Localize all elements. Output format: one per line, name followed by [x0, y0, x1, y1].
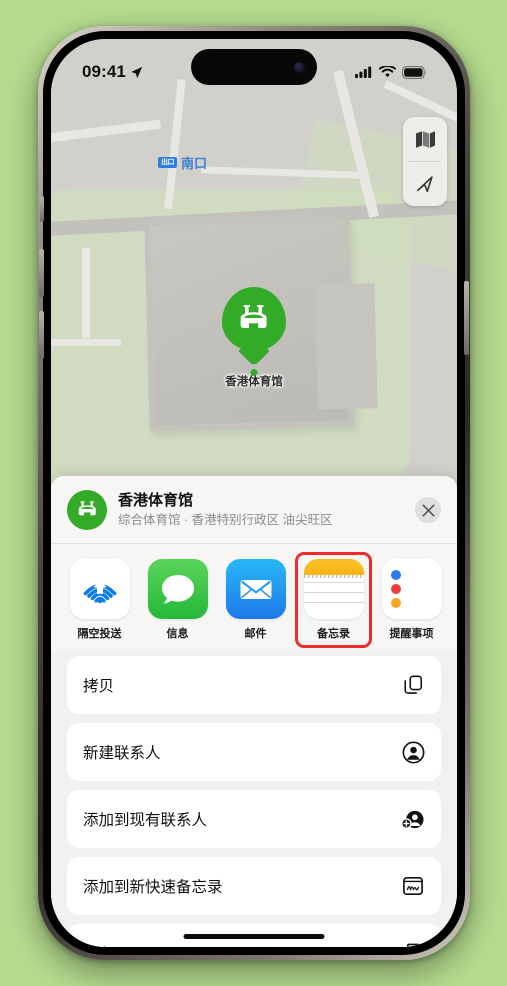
home-indicator[interactable]: [183, 934, 325, 939]
notes-body: [303, 578, 364, 619]
locate-me-button[interactable]: [403, 162, 447, 206]
action-row-add-existing-contact[interactable]: 添加到现有联系人: [67, 790, 441, 848]
share-actions-list[interactable]: 拷贝 新建联系人 添加到现有联系人 添加到新快速备忘录: [51, 651, 457, 947]
close-icon: [422, 504, 434, 516]
action-group: 拷贝: [67, 656, 441, 714]
locate-me-icon: [416, 176, 433, 193]
volume-down-button[interactable]: [39, 311, 44, 359]
person-add-icon: [401, 807, 425, 831]
action-group: 添加到新快速备忘录: [67, 857, 441, 915]
place-subtitle: 综合体育馆 · 香港特别行政区 油尖旺区: [118, 512, 333, 527]
phone-frame: 出口 南口 香港体育馆 09:41 香港体育馆 综合体育馆 · 香港特别行政区 …: [38, 26, 470, 960]
place-icon: [67, 490, 107, 530]
dynamic-island[interactable]: [191, 49, 317, 85]
printer-icon: [401, 941, 425, 947]
mail-icon: [225, 559, 286, 619]
location-arrow-icon: [131, 66, 143, 78]
action-label: 新建联系人: [83, 745, 161, 762]
app-label: 信息: [166, 628, 189, 640]
stadium-icon: [240, 305, 267, 328]
share-app-mail[interactable]: 邮件: [224, 559, 287, 641]
reminders-icon: [381, 559, 442, 619]
status-bar-left: 09:41: [82, 62, 144, 82]
action-group: 新建联系人: [67, 723, 441, 781]
share-sheet-header: 香港体育馆 综合体育馆 · 香港特别行政区 油尖旺区: [51, 476, 457, 544]
front-camera-icon: [294, 61, 305, 73]
place-title: 香港体育馆: [118, 492, 194, 509]
messages-icon: [147, 559, 208, 619]
action-label: 拷贝: [83, 678, 115, 695]
action-label: 添加到现有联系人: [83, 812, 208, 829]
share-app-airdrop[interactable]: 隔空投送: [68, 559, 131, 641]
action-row-new-quick-note[interactable]: 添加到新快速备忘录: [67, 857, 441, 915]
volume-up-button[interactable]: [39, 249, 44, 297]
share-app-messages[interactable]: 信息: [146, 559, 209, 641]
action-group: 添加到现有联系人: [67, 790, 441, 848]
quick-note-icon: [401, 874, 425, 898]
map-pin-balloon[interactable]: [222, 287, 286, 351]
copy-icon: [401, 673, 425, 697]
wifi-icon: [379, 66, 396, 78]
stadium-icon: [78, 501, 96, 516]
notes-icon: [303, 559, 364, 619]
share-sheet: 香港体育馆 综合体育馆 · 香港特别行政区 油尖旺区 隔空投送 信息 邮件 备忘…: [51, 476, 457, 947]
map-layers-icon: [415, 130, 435, 148]
action-label: 添加到新快速备忘录: [83, 879, 223, 896]
app-label: 备忘录: [317, 628, 350, 640]
phone-bezel: 出口 南口 香港体育馆 09:41 香港体育馆 综合体育馆 · 香港特别行政区 …: [39, 31, 469, 955]
map-building-secondary: [314, 283, 378, 410]
app-label: 提醒事项: [389, 628, 434, 640]
status-time: 09:41: [82, 62, 126, 81]
action-label: 打印: [83, 942, 114, 947]
phone-screen: 出口 南口 香港体育馆 09:41 香港体育馆 综合体育馆 · 香港特别行政区 …: [51, 39, 457, 947]
share-apps-row[interactable]: 隔空投送 信息 邮件 备忘录 提醒事项: [51, 544, 457, 651]
map-pin-group[interactable]: 香港体育馆: [222, 287, 286, 389]
close-button[interactable]: [415, 497, 441, 523]
map-transit-label: 出口 南口: [158, 153, 207, 172]
airdrop-icon: [69, 559, 130, 619]
status-bar-right: [355, 65, 427, 79]
transit-label-text: 南口: [181, 156, 208, 171]
action-row-copy[interactable]: 拷贝: [67, 656, 441, 714]
notes-header-band: [303, 559, 364, 575]
place-titles: 香港体育馆 综合体育馆 · 香港特别行政区 油尖旺区: [118, 492, 415, 528]
app-label: 隔空投送: [77, 628, 122, 640]
app-label: 邮件: [244, 628, 267, 640]
cellular-bars-icon: [355, 66, 372, 78]
action-row-new-contact[interactable]: 新建联系人: [67, 723, 441, 781]
battery-icon: [402, 65, 427, 79]
share-app-reminders[interactable]: 提醒事项: [380, 559, 443, 641]
transit-exit-badge: 出口: [158, 157, 177, 168]
person-circle-icon: [401, 740, 425, 764]
share-app-notes[interactable]: 备忘录: [295, 552, 372, 648]
power-button[interactable]: [464, 281, 469, 355]
map-pin-anchor-dot: [250, 369, 258, 376]
map-layers-button[interactable]: [403, 117, 447, 161]
map-controls[interactable]: [403, 117, 447, 206]
silent-switch[interactable]: [40, 196, 44, 222]
